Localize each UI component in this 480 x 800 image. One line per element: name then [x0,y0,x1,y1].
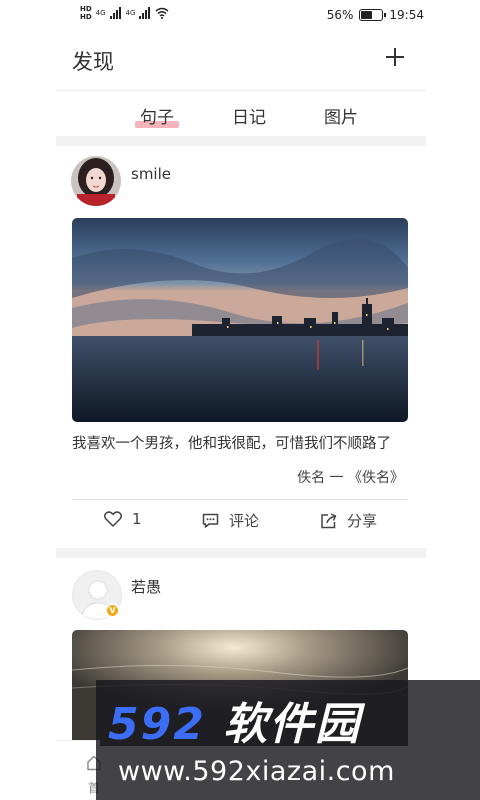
plus-icon[interactable] [382,44,408,70]
signal-icon [139,7,151,19]
tab-label: 句子 [140,108,174,128]
tab-pictures[interactable]: 图片 [324,103,358,128]
watermark-number: 592 [108,699,206,750]
comment-label: 评论 [229,512,260,530]
watermark-brand: 592 软件园 [108,688,361,752]
section-divider [56,136,426,146]
bottom-nav: 首 [56,740,101,800]
section-divider [56,548,426,558]
watermark: 592 软件园 www.592xiazai.com [96,680,480,800]
post-image[interactable] [72,218,408,422]
tab-diary[interactable]: 日记 [232,103,266,128]
page-title: 发现 [72,50,114,74]
comment-icon [202,513,219,528]
share-icon [321,512,337,528]
share-label: 分享 [347,512,378,530]
tab-bar: 句子 日记 图片 [56,90,426,136]
quote-author: 佚名 一 《佚名》 [297,470,404,486]
username[interactable]: smile [131,165,171,183]
like-count: 1 [132,510,142,528]
wifi-icon [155,7,169,19]
app-header: 发现 [56,40,426,82]
username[interactable]: 若愚 [131,576,161,597]
divider [72,499,408,500]
verified-badge-icon: V [105,603,120,618]
tab-sentences[interactable]: 句子 [135,103,179,128]
watermark-text: 软件园 [223,699,362,750]
post-quote: 我喜欢一个男孩，他和我很配，可惜我们不顺路了 [72,436,391,452]
avatar[interactable] [71,156,121,206]
signal-icon [109,7,121,19]
tab-label: 图片 [324,108,358,128]
heart-icon [104,511,122,527]
signal-1-label: 4G [95,9,106,17]
signal-2-label: 4G [125,9,136,17]
clock: 19:54 [389,8,424,22]
battery-icon [359,9,387,21]
comment-button[interactable]: 评论 [202,510,259,531]
battery-percent: 56% [326,8,354,22]
tab-label: 日记 [232,108,266,128]
watermark-url: www.592xiazai.com [118,756,395,787]
like-button[interactable]: 1 [104,510,142,528]
status-bar: HD HD 4G 4G 56% 19:54 [0,0,480,34]
share-button[interactable]: 分享 [320,510,377,531]
hd-indicator: HD HD [80,5,92,21]
post-actions: 1 评论 分享 [56,510,426,540]
signal-area: HD HD 4G 4G [80,5,169,21]
status-right: 56% 19:54 [327,8,424,22]
